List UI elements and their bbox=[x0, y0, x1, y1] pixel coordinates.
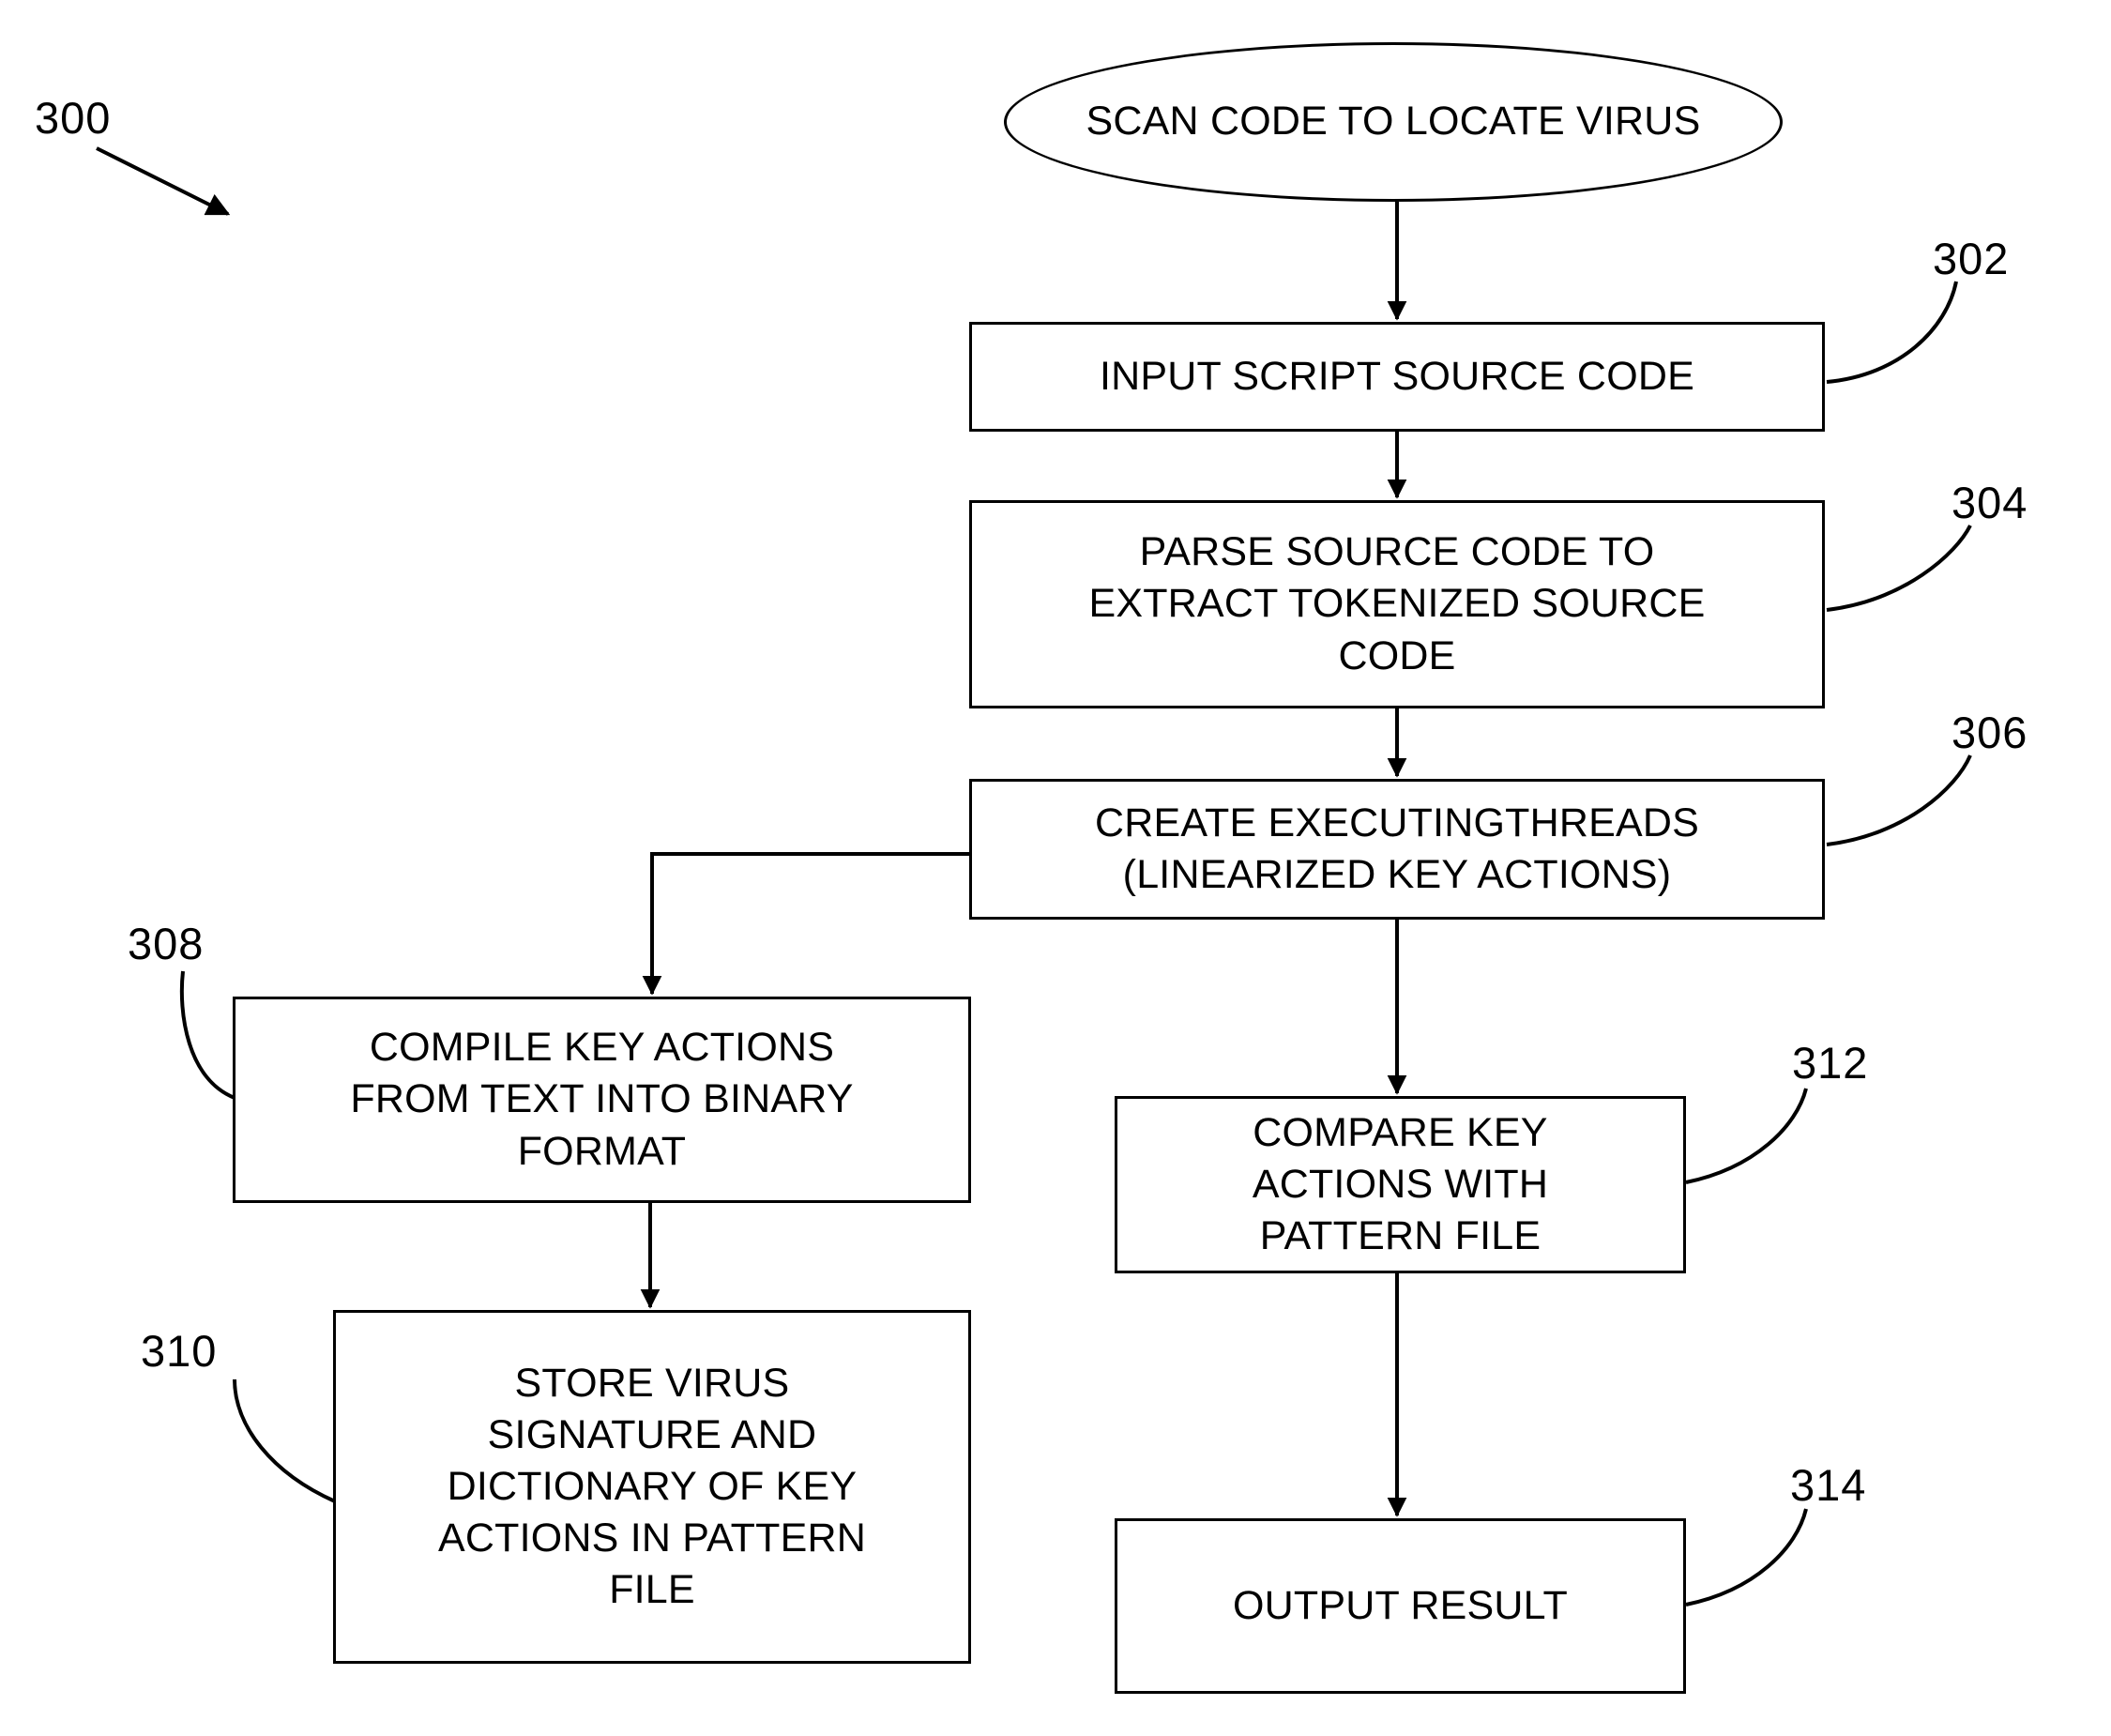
leader-302 bbox=[1826, 281, 1958, 384]
figure-ref-number: 300 bbox=[35, 93, 112, 143]
leader-308 bbox=[179, 970, 235, 1100]
ref-label-310: 310 bbox=[141, 1326, 218, 1376]
leader-306 bbox=[1826, 754, 1972, 846]
leader-304 bbox=[1826, 525, 1972, 612]
node-parse-source-code[interactable]: PARSE SOURCE CODE TO EXTRACT TOKENIZED S… bbox=[969, 500, 1825, 708]
ref-label-304: 304 bbox=[1952, 478, 2028, 527]
figure-leader-arrow bbox=[96, 146, 231, 216]
ref-label-308: 308 bbox=[128, 919, 205, 968]
leader-310 bbox=[233, 1378, 336, 1503]
connector-306-to-308 bbox=[642, 852, 969, 996]
figure-canvas: 300 SCAN CODE TO LOCATE VIRUS INPUT SCRI… bbox=[0, 0, 2111, 1736]
ref-label-302: 302 bbox=[1933, 234, 2010, 283]
node-store-virus-signature[interactable]: STORE VIRUS SIGNATURE AND DICTIONARY OF … bbox=[333, 1310, 971, 1664]
node-input-script-source-code[interactable]: INPUT SCRIPT SOURCE CODE bbox=[969, 322, 1825, 432]
node-compare-key-actions[interactable]: COMPARE KEY ACTIONS WITH PATTERN FILE bbox=[1115, 1096, 1686, 1273]
node-scan-code-to-locate-virus[interactable]: SCAN CODE TO LOCATE VIRUS bbox=[1004, 42, 1783, 202]
leader-314 bbox=[1685, 1508, 1808, 1607]
ref-label-312: 312 bbox=[1792, 1038, 1869, 1088]
node-output-result[interactable]: OUTPUT RESULT bbox=[1115, 1518, 1686, 1694]
node-compile-key-actions[interactable]: COMPILE KEY ACTIONS FROM TEXT INTO BINAR… bbox=[233, 997, 971, 1203]
ref-label-306: 306 bbox=[1952, 708, 2028, 757]
ref-label-314: 314 bbox=[1790, 1460, 1867, 1510]
node-create-executing-threads[interactable]: CREATE EXECUTINGTHREADS (LINEARIZED KEY … bbox=[969, 779, 1825, 920]
leader-312 bbox=[1685, 1088, 1808, 1184]
